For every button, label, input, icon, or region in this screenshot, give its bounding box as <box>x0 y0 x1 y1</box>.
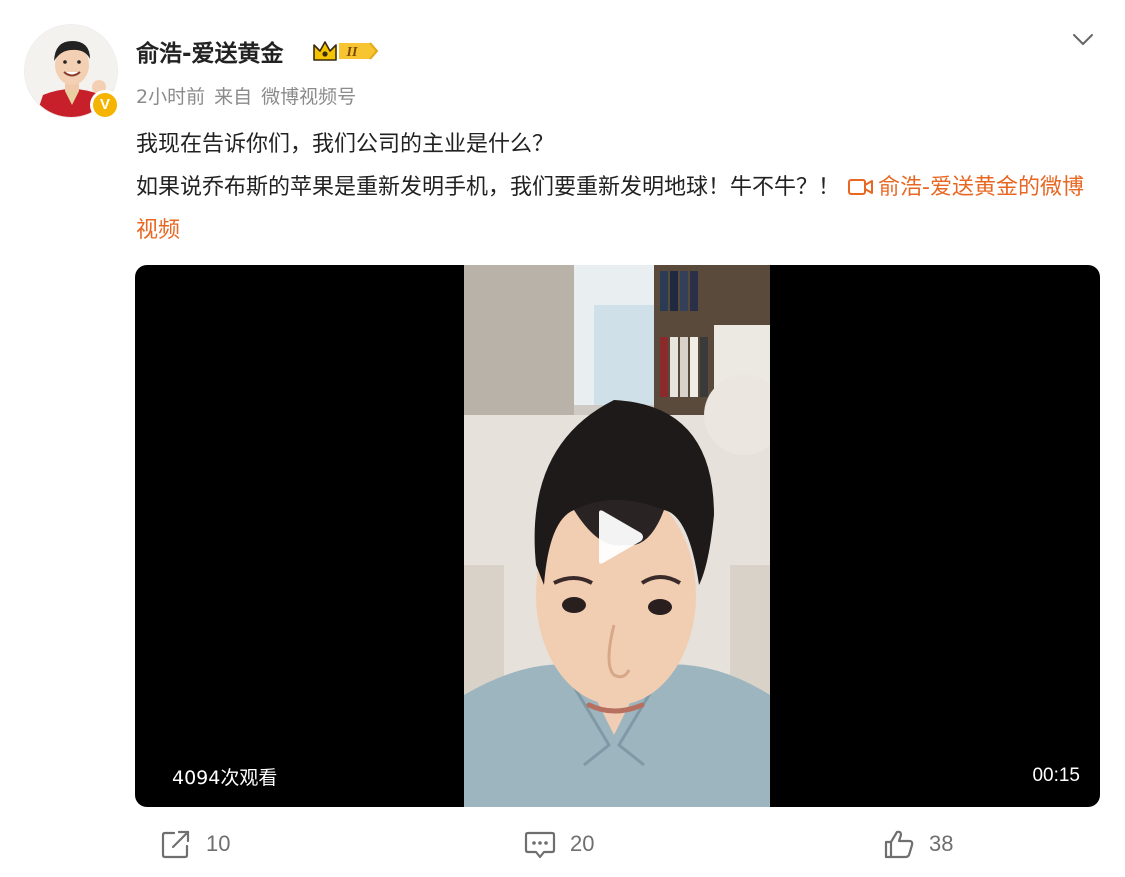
video-duration: 00:15 <box>1032 765 1080 786</box>
view-count: 4094次观看 <box>172 767 278 789</box>
weibo-post: V 俞浩-爱送黄金 II 2小时前 来自 微博视频号 我现在告诉你们，我们公司的主业… <box>0 0 1125 877</box>
verified-badge: V <box>90 90 120 120</box>
post-text-line1: 我现在告诉你们，我们公司的主业是什么？ <box>136 132 555 157</box>
repost-button[interactable]: 10 <box>160 826 230 862</box>
vip-level-text: II <box>346 45 358 60</box>
video-player[interactable]: 4094次观看 00:15 <box>135 265 1100 807</box>
from-label: 来自 <box>214 86 253 108</box>
like-count: 38 <box>929 831 954 856</box>
post-text-line2: 如果说乔布斯的苹果是重新发明手机，我们要重新发明地球！牛不牛？！ <box>136 175 841 200</box>
author-name[interactable]: 俞浩-爱送黄金 <box>136 34 284 68</box>
repost-count: 10 <box>206 831 231 856</box>
chevron-down-icon[interactable] <box>1070 26 1096 52</box>
post-source[interactable]: 微博视频号 <box>261 86 356 108</box>
post-time[interactable]: 2小时前 <box>136 86 205 108</box>
thumbs-up-icon <box>884 830 914 859</box>
video-camera-icon <box>848 179 874 195</box>
vip-crown-icon[interactable]: II <box>311 38 381 64</box>
like-button[interactable]: 38 <box>883 826 953 862</box>
play-icon[interactable] <box>591 507 647 567</box>
post-meta: 2小时前 来自 微博视频号 <box>136 82 365 109</box>
share-icon <box>161 830 190 859</box>
post-text: 我现在告诉你们，我们公司的主业是什么？ 如果说乔布斯的苹果是重新发明手机，我们要… <box>136 123 1086 252</box>
comment-button[interactable]: 20 <box>524 826 594 862</box>
comment-count: 20 <box>570 831 595 856</box>
comment-icon <box>524 831 556 859</box>
